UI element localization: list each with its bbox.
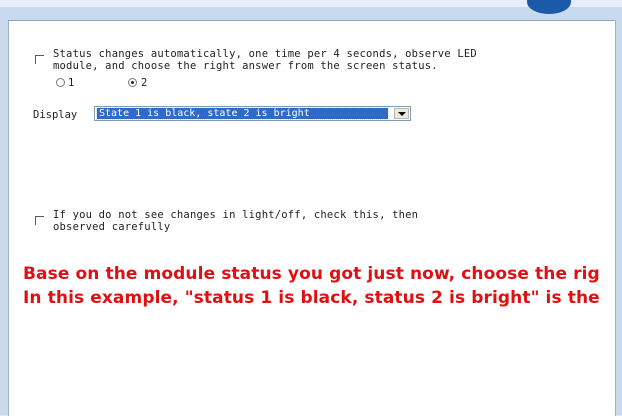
panel-top-border	[8, 20, 614, 21]
no-change-text-line1: If you do not see changes in light/off, …	[53, 209, 419, 221]
no-change-checkbox[interactable]	[35, 216, 44, 225]
no-change-text-line2: observed carefully	[53, 221, 171, 233]
display-label: Display	[33, 109, 78, 121]
display-selected-value: State 1 is black, state 2 is bright	[96, 107, 389, 120]
instruction-line1: Base on the module status you got just n…	[23, 264, 600, 284]
instruction-line2: In this example, "status 1 is black, sta…	[23, 288, 600, 308]
chevron-down-icon[interactable]	[394, 108, 409, 119]
status-radio-2-label: 2	[141, 77, 148, 89]
auto-status-text-line2: module, and choose the right answer from…	[53, 60, 438, 72]
status-radio-1-label: 1	[68, 77, 75, 89]
auto-status-checkbox[interactable]	[35, 55, 44, 64]
auto-status-text-line1: Status changes automatically, one time p…	[53, 48, 477, 60]
display-select[interactable]: State 1 is black, state 2 is bright	[94, 106, 411, 121]
status-radio-2[interactable]	[128, 78, 137, 87]
status-radio-1[interactable]	[56, 78, 65, 87]
